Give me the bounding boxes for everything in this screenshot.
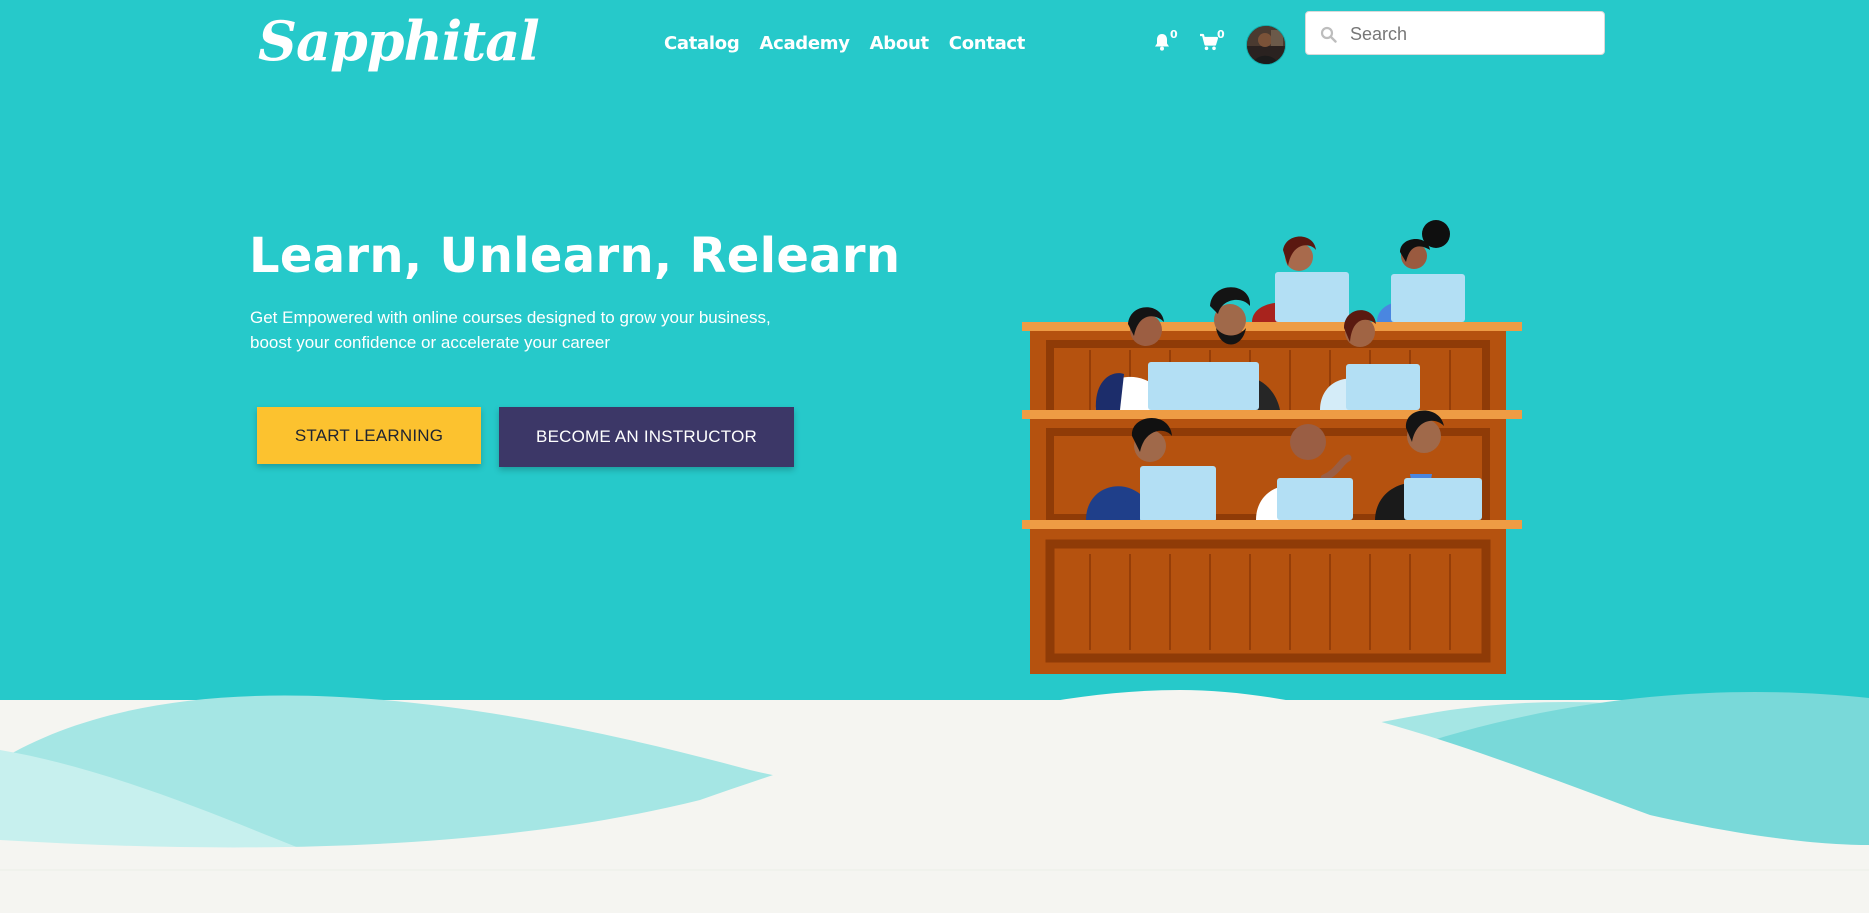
desk-shelf — [1022, 322, 1522, 331]
nav-link-catalog[interactable]: Catalog — [664, 33, 740, 54]
desk-shelf — [1022, 410, 1522, 419]
bell-icon — [1155, 34, 1169, 51]
nav-link-academy[interactable]: Academy — [759, 33, 850, 54]
desk-shelf — [1022, 520, 1522, 529]
start-learning-button[interactable]: START LEARNING — [257, 407, 481, 464]
student-figure — [1377, 220, 1465, 322]
hero-title: Learn, Unlearn, Relearn — [249, 228, 901, 284]
search-box — [1305, 11, 1605, 56]
cart-button[interactable]: 0 — [1199, 28, 1225, 57]
search-icon — [1320, 26, 1337, 43]
cart-count: 0 — [1217, 28, 1225, 41]
notifications-count: 0 — [1170, 28, 1178, 41]
brand-logo[interactable]: Sapphital — [258, 6, 540, 76]
search-input[interactable] — [1348, 12, 1602, 56]
landing-page: Sapphital Catalog Academy About Contact … — [0, 0, 1869, 913]
notifications-button[interactable]: 0 — [1152, 28, 1178, 57]
nav-link-about[interactable]: About — [870, 33, 929, 54]
hero-subtitle-line-1: Get Empowered with online courses design… — [250, 308, 771, 327]
user-photo-icon — [1247, 26, 1285, 64]
wave-divider — [0, 690, 1869, 913]
hero-subtitle-line-2: boost your confidence or accelerate your… — [250, 333, 611, 352]
hero-subtitle: Get Empowered with online courses design… — [250, 305, 810, 355]
cart-icon — [1200, 33, 1219, 51]
become-instructor-button[interactable]: BECOME AN INSTRUCTOR — [499, 407, 794, 467]
student-figure — [1252, 236, 1349, 322]
nav-link-contact[interactable]: Contact — [949, 33, 1026, 54]
user-avatar[interactable] — [1246, 25, 1286, 65]
classroom-illustration — [1022, 220, 1522, 674]
main-nav: Catalog Academy About Contact — [664, 33, 1025, 54]
